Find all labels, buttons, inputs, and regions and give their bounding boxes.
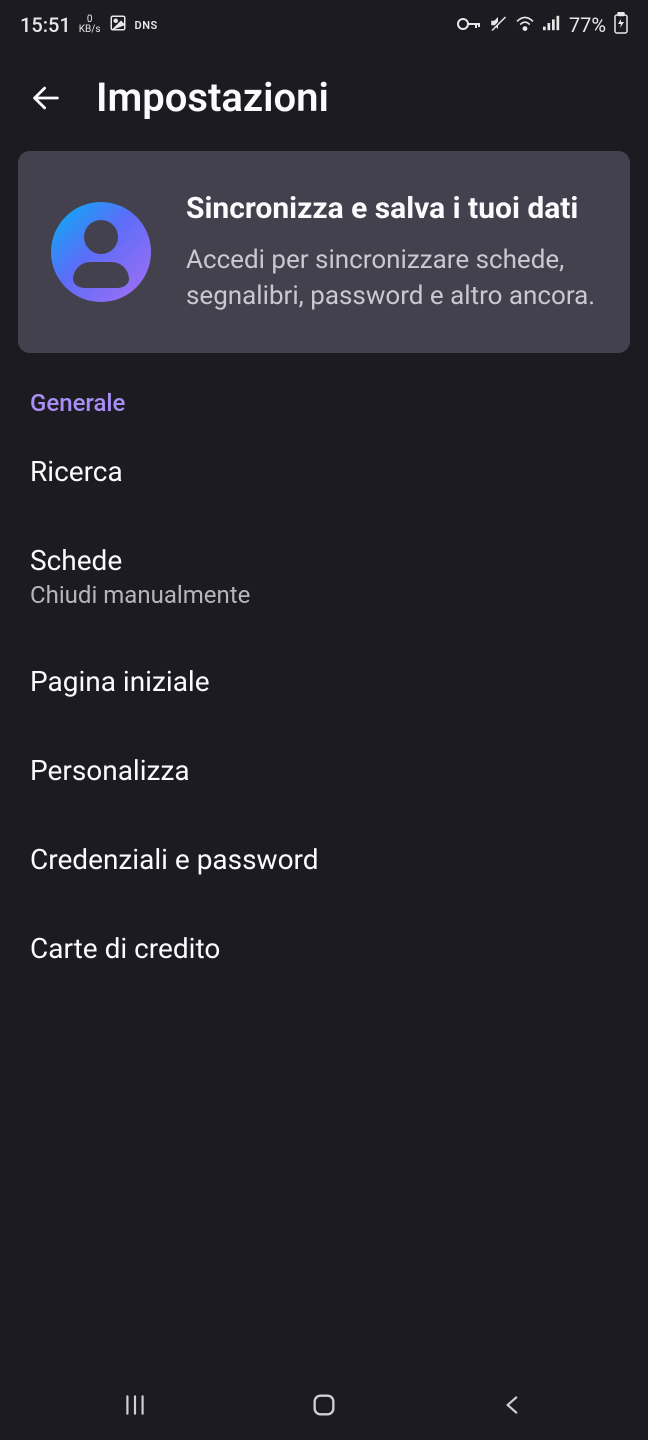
network-speed: 0 KB/s <box>79 15 101 35</box>
battery-percentage: 77% <box>569 13 606 37</box>
sync-subtitle: Accedi per sincronizzare schede, segnali… <box>186 242 602 315</box>
avatar-icon <box>51 202 151 302</box>
settings-item-customize[interactable]: Personalizza <box>30 726 618 815</box>
sync-title: Sincronizza e salva i tuoi dati <box>186 189 602 228</box>
app-bar: Impostazioni <box>0 50 648 151</box>
arrow-left-icon <box>29 81 63 115</box>
avatar <box>46 202 156 302</box>
item-title: Schede <box>30 544 618 577</box>
back-button[interactable] <box>28 80 64 116</box>
home-icon <box>310 1391 338 1419</box>
image-icon <box>109 14 127 36</box>
settings-list: Ricerca Schede Chiudi manualmente Pagina… <box>0 427 648 993</box>
signal-icon <box>543 15 561 36</box>
status-bar: 15:51 0 KB/s DNS 77% <box>0 0 648 50</box>
nav-recents-button[interactable] <box>105 1385 165 1425</box>
nav-back-button[interactable] <box>483 1385 543 1425</box>
item-title: Credenziali e password <box>30 843 618 876</box>
mute-icon <box>489 14 507 37</box>
vpn-key-icon <box>457 15 481 36</box>
section-header-general: Generale <box>0 353 648 427</box>
nav-home-button[interactable] <box>294 1385 354 1425</box>
item-title: Personalizza <box>30 754 618 787</box>
settings-item-credit-cards[interactable]: Carte di credito <box>30 904 618 993</box>
settings-item-search[interactable]: Ricerca <box>30 427 618 516</box>
page-title: Impostazioni <box>96 74 329 121</box>
chevron-left-icon <box>500 1392 526 1418</box>
status-time: 15:51 <box>20 13 71 37</box>
item-title: Ricerca <box>30 455 618 488</box>
status-right: 77% <box>457 12 628 39</box>
item-title: Carte di credito <box>30 932 618 965</box>
settings-item-credentials[interactable]: Credenziali e password <box>30 815 618 904</box>
item-subtitle: Chiudi manualmente <box>30 581 618 609</box>
recents-icon <box>122 1392 148 1418</box>
system-nav-bar <box>0 1370 648 1440</box>
sync-text: Sincronizza e salva i tuoi dati Accedi p… <box>186 189 602 315</box>
wifi-icon <box>515 15 535 36</box>
dns-badge: DNS <box>135 19 158 32</box>
status-left: 15:51 0 KB/s DNS <box>20 13 158 37</box>
battery-icon <box>614 12 628 39</box>
sync-sign-in-card[interactable]: Sincronizza e salva i tuoi dati Accedi p… <box>18 151 630 353</box>
settings-item-homepage[interactable]: Pagina iniziale <box>30 637 618 726</box>
item-title: Pagina iniziale <box>30 665 618 698</box>
settings-item-tabs[interactable]: Schede Chiudi manualmente <box>30 516 618 637</box>
